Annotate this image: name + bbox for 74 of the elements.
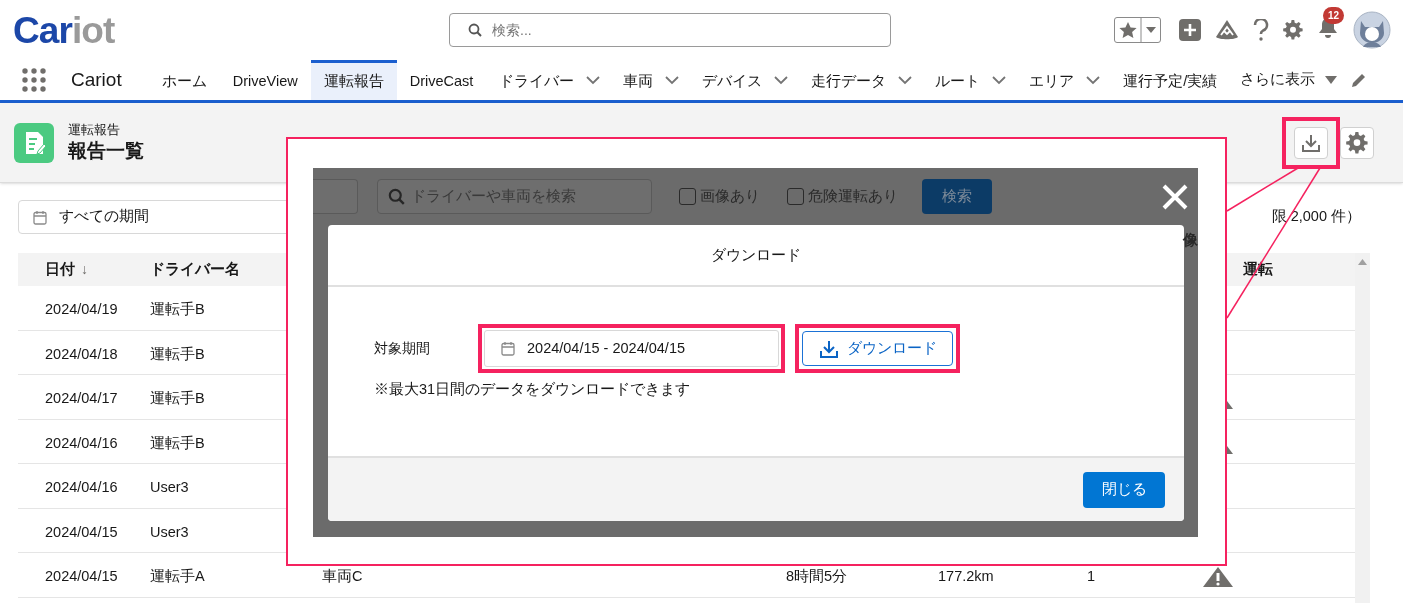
table-cell-text: 2024/04/18 <box>45 344 118 364</box>
download-button[interactable] <box>1294 126 1328 159</box>
search-icon <box>388 188 405 205</box>
table-cell-text: 177.2km <box>938 567 994 587</box>
chevron-down-icon[interactable] <box>774 75 789 85</box>
app-name: Cariot <box>71 67 122 92</box>
help-icon[interactable] <box>1253 19 1269 41</box>
table-cell-text: 8時間5分 <box>786 567 848 587</box>
download-button[interactable]: ダウンロード <box>802 331 953 366</box>
nav-tab[interactable]: ルート <box>922 60 994 100</box>
table-cell-text: 運転手B <box>150 344 205 364</box>
table-cell-text: 運転手B <box>150 433 205 453</box>
caret-down-icon[interactable] <box>1325 75 1338 85</box>
edit-icon[interactable] <box>1351 72 1368 88</box>
chevron-down-icon[interactable] <box>665 75 680 85</box>
settings-button[interactable] <box>1340 126 1374 159</box>
mountain-icon[interactable] <box>1215 19 1239 41</box>
table-cell-text: 2024/04/16 <box>45 433 118 453</box>
search-field[interactable]: 検索... <box>449 13 891 47</box>
chevron-down-icon[interactable] <box>1086 75 1101 85</box>
favorites-button[interactable] <box>1114 17 1161 43</box>
nav-tab[interactable]: エリア <box>1016 60 1088 100</box>
download-note: ※最大31日間のデータをダウンロードできます <box>374 380 692 399</box>
table-cell-text: User3 <box>150 478 189 498</box>
column-header[interactable]: ドライバー名 <box>150 258 240 281</box>
nav-tab[interactable]: 運行予定/実績 <box>1110 60 1231 100</box>
chevron-down-icon[interactable] <box>586 75 601 85</box>
report-icon <box>14 122 54 163</box>
nav-tab[interactable]: DriveCast <box>396 60 487 100</box>
nav-tab[interactable]: 走行データ <box>798 60 900 100</box>
settings-icon[interactable] <box>1283 20 1303 40</box>
nav-tab[interactable]: 運転報告 <box>310 60 397 100</box>
nav-tab[interactable]: デバイス <box>689 60 776 100</box>
table-cell-text: 2024/04/15 <box>45 567 118 587</box>
field-label: 対象期間 <box>374 339 431 358</box>
sort-indicator: ↓ <box>81 260 88 279</box>
cariot-logo: Cariot <box>12 11 116 49</box>
calendar-icon <box>501 341 515 356</box>
table-cell-text: 2024/04/17 <box>45 389 118 409</box>
search-icon <box>468 23 482 37</box>
date-range-field[interactable]: 2024/04/15 - 2024/04/15 <box>484 330 779 367</box>
calendar-icon <box>33 209 47 225</box>
chevron-down-icon[interactable] <box>898 75 913 85</box>
nav-tab[interactable]: ホーム <box>148 60 220 100</box>
table-cell-text: User3 <box>150 522 189 542</box>
table-cell-text: 2024/04/16 <box>45 478 118 498</box>
table-cell-text: 2024/04/15 <box>45 522 118 542</box>
table-cell-text: 運転手B <box>150 300 205 320</box>
table-cell-text: 2024/04/19 <box>45 300 118 320</box>
table-cell-text: 運転手B <box>150 389 205 409</box>
table-cell-text: 1 <box>1087 567 1096 587</box>
nav-tab[interactable]: ドライバー <box>486 60 588 100</box>
notification-count: 12 <box>1323 6 1345 24</box>
app-launcher-icon[interactable] <box>22 68 46 92</box>
column-header[interactable]: 日付 ↓ <box>45 258 88 281</box>
more-tabs-menu[interactable]: さらに表示 <box>1230 60 1326 100</box>
avatar-icon[interactable] <box>1353 11 1391 49</box>
download-icon <box>1301 132 1321 153</box>
nav-tab[interactable]: DriveView <box>219 60 311 100</box>
scrollbar[interactable] <box>1355 253 1370 603</box>
filter-field[interactable] <box>313 179 358 214</box>
chevron-down-icon[interactable] <box>992 75 1007 85</box>
close-button[interactable]: 閉じる <box>1083 471 1165 508</box>
download-icon <box>818 338 839 359</box>
page-title: 報告一覧 <box>68 138 144 163</box>
table-cell-text: 運転手A <box>150 567 205 587</box>
dialog-title: ダウンロード <box>711 244 801 265</box>
add-icon[interactable] <box>1179 19 1201 41</box>
record-limit-text: 限 2,000 件） <box>1271 207 1361 227</box>
column-header[interactable]: 運転 <box>1243 258 1273 281</box>
close-icon[interactable] <box>1162 184 1188 210</box>
table-cell-text: 車両C <box>322 567 363 587</box>
nav-tab[interactable]: 車両 <box>610 60 667 100</box>
object-label: 運転報告 <box>68 121 121 138</box>
